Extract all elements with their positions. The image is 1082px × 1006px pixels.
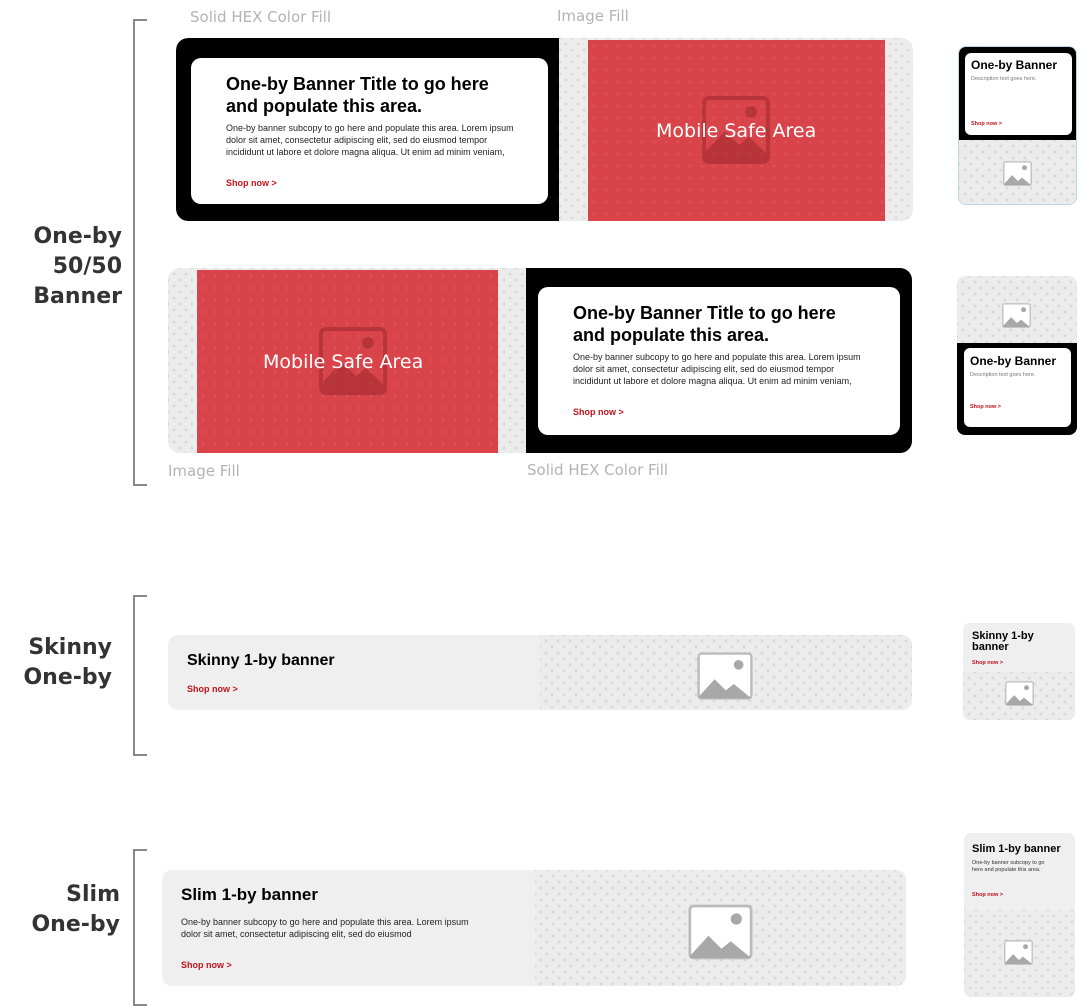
skinny-banner-title: Skinny 1-by banner: [187, 652, 335, 669]
mobile-description: Description text goes here.: [971, 76, 1037, 82]
skinny-one-by-banner: Skinny 1-by banner Shop now >: [168, 635, 912, 710]
banner-title: One-by Banner Title to go here and popul…: [573, 303, 836, 345]
image-placeholder-icon: [1004, 940, 1033, 965]
skinny-image-area: [540, 635, 912, 710]
shop-now-link[interactable]: Shop now >: [971, 121, 1002, 127]
slim-banner-subcopy: One-by banner subcopy to go here and pop…: [181, 917, 469, 939]
mobile-title: Skinny 1-by banner: [972, 630, 1034, 653]
section-bracket-one-by: [133, 19, 147, 486]
mobile-safe-area: Mobile Safe Area: [197, 270, 498, 453]
caption-solid-hex-top: Solid HEX Color Fill: [190, 8, 332, 26]
banner-text-card: One-by Banner Title to go here and popul…: [191, 58, 548, 204]
caption-image-fill-bottom: Image Fill: [168, 462, 240, 480]
mobile-image-area: [964, 910, 1075, 997]
shop-now-link[interactable]: Shop now >: [970, 404, 1001, 410]
mobile-image-area: [963, 672, 1075, 720]
banner-subcopy: One-by banner subcopy to go here and pop…: [226, 123, 514, 157]
image-placeholder-icon: [1003, 161, 1032, 186]
section-label-skinny: Skinny One-by: [23, 635, 112, 690]
section-bracket-skinny: [133, 595, 147, 756]
mobile-image-area: [959, 140, 1076, 204]
mobile-description: One-by banner subcopy to go here and pop…: [972, 860, 1045, 873]
mobile-safe-area-label: Mobile Safe Area: [263, 351, 424, 373]
mobile-title: One-by Banner: [971, 58, 1058, 72]
slim-mobile-preview: Slim 1-by banner One-by banner subcopy t…: [964, 833, 1075, 997]
mobile-image-area: [957, 276, 1077, 343]
shop-now-link[interactable]: Shop now >: [187, 684, 238, 694]
image-placeholder-icon: [1005, 681, 1034, 706]
slim-one-by-banner: Slim 1-by banner One-by banner subcopy t…: [162, 870, 906, 986]
banner-text-card: One-by Banner Title to go here and popul…: [538, 287, 900, 435]
image-placeholder-icon: [697, 651, 753, 701]
skinny-mobile-preview: Skinny 1-by banner Shop now >: [963, 623, 1075, 720]
mobile-description: Description text goes here.: [970, 372, 1036, 378]
shop-now-link[interactable]: Shop now >: [226, 178, 277, 188]
banner-subcopy: One-by banner subcopy to go here and pop…: [573, 352, 861, 386]
mobile-safe-area-label: Mobile Safe Area: [656, 120, 817, 142]
shop-now-link[interactable]: Shop now >: [573, 407, 624, 417]
mobile-title: Slim 1-by banner: [972, 843, 1061, 855]
shop-now-link[interactable]: Shop now >: [181, 960, 232, 970]
section-label-one-by-5050: One-by 50/50 Banner: [33, 224, 122, 309]
section-label-slim: Slim One-by: [31, 882, 120, 937]
section-bracket-slim: [133, 849, 147, 1006]
shop-now-link[interactable]: Shop now >: [972, 892, 1003, 898]
image-placeholder-icon: [688, 903, 753, 961]
image-placeholder-icon: [1002, 303, 1031, 328]
mobile-preview-text-top: One-by Banner Description text goes here…: [958, 46, 1077, 205]
mobile-text-card: One-by Banner Description text goes here…: [964, 348, 1071, 427]
caption-solid-hex-bottom: Solid HEX Color Fill: [527, 461, 669, 479]
mobile-text-card: One-by Banner Description text goes here…: [965, 53, 1072, 135]
mobile-title: One-by Banner: [970, 354, 1057, 368]
banner-title: One-by Banner Title to go here and popul…: [226, 74, 489, 116]
slim-banner-title: Slim 1-by banner: [181, 885, 318, 904]
one-by-banner-image-left: Mobile Safe Area One-by Banner Title to …: [168, 268, 912, 453]
slim-image-area: [535, 870, 906, 986]
mobile-safe-area: Mobile Safe Area: [588, 40, 885, 221]
one-by-banner-text-left: One-by Banner Title to go here and popul…: [176, 38, 913, 221]
shop-now-link[interactable]: Shop now >: [972, 660, 1003, 666]
caption-image-fill-top: Image Fill: [557, 7, 629, 25]
mobile-preview-image-top: One-by Banner Description text goes here…: [957, 276, 1077, 435]
